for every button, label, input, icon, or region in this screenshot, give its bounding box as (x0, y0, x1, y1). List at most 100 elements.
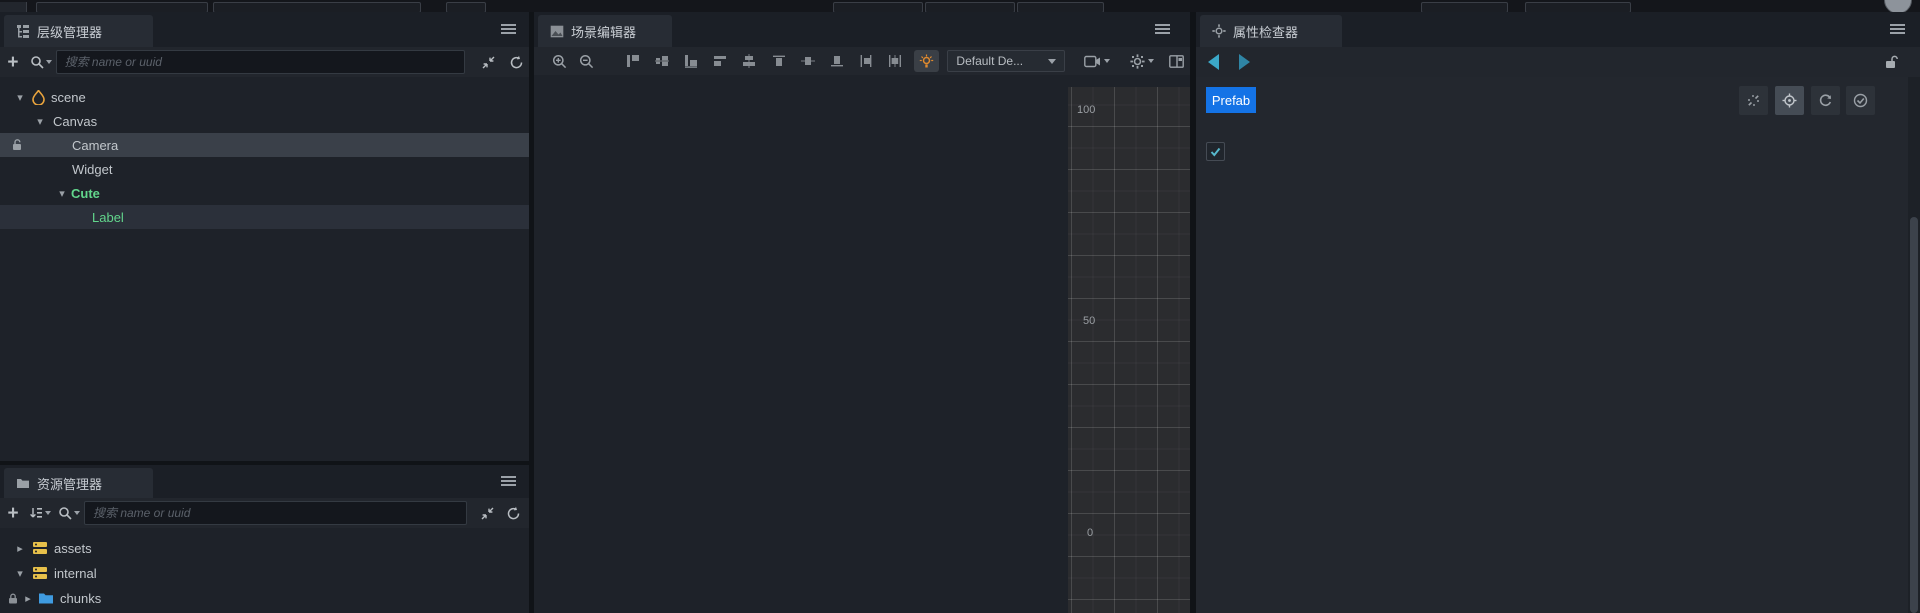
scene-menu-icon[interactable] (1155, 24, 1170, 35)
chevron-down-icon (1148, 59, 1155, 63)
assets-tree: ▸ assets ▾ internal ▸ chunks (0, 531, 529, 613)
inspector-nav-row (1196, 47, 1920, 77)
chevron-down-icon (1047, 58, 1056, 64)
tab-hierarchy[interactable]: 层级管理器 (4, 15, 153, 47)
hierarchy-search-filter-icon[interactable] (26, 55, 56, 69)
tree-node-label: Cute (71, 185, 100, 201)
distribute-left-icon[interactable] (852, 54, 881, 68)
assets-search-filter-icon[interactable] (54, 506, 84, 520)
assets-folder-icon (17, 479, 29, 488)
assets-panel: 资源管理器 + ▸ (0, 465, 529, 613)
assets-refresh-icon[interactable] (501, 506, 525, 521)
cocos-creator-editor: 层级管理器 + ▾ scene (0, 0, 1920, 613)
tree-node-scene[interactable]: ▾ scene (0, 85, 529, 109)
expand-arrow-icon[interactable]: ▸ (22, 592, 34, 605)
refresh-icon[interactable] (503, 55, 529, 70)
tree-node-label: Camera (72, 137, 119, 153)
tab-assets[interactable]: 资源管理器 (4, 468, 153, 498)
hierarchy-tab-label: 层级管理器 (37, 24, 103, 40)
assets-tabbar: 资源管理器 (0, 465, 529, 498)
align-top-icon[interactable] (618, 54, 647, 68)
scene-camera-dropdown[interactable] (1079, 55, 1116, 68)
inspector-scrollbar-track[interactable] (1908, 77, 1920, 613)
scene-toolbar: Default De... (534, 47, 1190, 75)
assets-search-input[interactable] (84, 501, 467, 525)
align-bottom-icon[interactable] (676, 54, 705, 68)
prefab-reset-button[interactable] (1811, 86, 1840, 115)
divider[interactable] (1190, 12, 1196, 613)
inspector-scrollbar-thumb[interactable] (1910, 217, 1918, 613)
prefab-locate-button[interactable] (1775, 86, 1804, 115)
distribute-hcenter-icon[interactable] (881, 54, 910, 68)
inspector-unlock-icon[interactable] (1885, 55, 1898, 69)
expand-arrow-icon[interactable]: ▾ (34, 115, 46, 128)
prefab-unlink-button[interactable] (1739, 86, 1768, 115)
tab-scene-editor[interactable]: 场景编辑器 (538, 15, 672, 47)
assets-sort-icon[interactable] (26, 507, 54, 520)
prefab-apply-button[interactable] (1846, 86, 1875, 115)
hierarchy-add-button[interactable]: + (0, 53, 26, 72)
divider[interactable] (0, 461, 529, 465)
tree-node-label: assets (54, 540, 92, 556)
inspector-panel: 属性检查器 Prefab (1196, 12, 1920, 613)
expand-arrow-icon[interactable]: ▾ (14, 91, 26, 104)
distribute-vcenter-icon[interactable] (793, 54, 822, 68)
align-left-icon[interactable] (706, 54, 735, 68)
tree-node-label-node[interactable]: Label (0, 205, 529, 229)
align-hcenter-icon[interactable] (735, 54, 764, 68)
inspector-gear-icon (1212, 24, 1226, 38)
divider[interactable] (529, 12, 534, 613)
zoom-in-icon[interactable] (546, 54, 573, 69)
zoom-out-icon[interactable] (573, 54, 600, 69)
node-active-checkbox[interactable] (1206, 142, 1225, 161)
unlock-icon[interactable] (12, 139, 23, 151)
scene-settings-dropdown[interactable] (1124, 53, 1161, 69)
tree-node-camera[interactable]: Camera (0, 133, 529, 157)
align-vcenter-icon[interactable] (647, 54, 676, 68)
collapse-all-icon[interactable] (473, 55, 503, 70)
tree-node-internal[interactable]: ▾ internal (0, 561, 529, 585)
hierarchy-menu-icon[interactable] (501, 24, 516, 35)
tree-node-assets[interactable]: ▸ assets (0, 536, 529, 560)
assets-collapse-all-icon[interactable] (473, 506, 501, 521)
hierarchy-search-input[interactable] (55, 50, 466, 74)
gizmo-mode-dropdown[interactable]: Default De... (947, 50, 1065, 72)
tree-node-widget[interactable]: Widget (0, 157, 529, 181)
hierarchy-tabbar: 层级管理器 (0, 12, 529, 47)
expand-arrow-icon[interactable]: ▸ (14, 542, 26, 555)
inspector-tab-label: 属性检查器 (1233, 24, 1299, 40)
tab-inspector[interactable]: 属性检查器 (1200, 15, 1342, 47)
lamp-icon[interactable] (914, 50, 940, 72)
assets-add-button[interactable]: + (0, 504, 26, 523)
tree-node-label: internal (54, 565, 97, 581)
inspector-tabbar: 属性检查器 (1196, 12, 1920, 47)
assets-toolbar: + (0, 498, 529, 528)
tree-node-chunks[interactable]: ▸ chunks (0, 586, 529, 610)
expand-arrow-icon[interactable]: ▾ (14, 567, 26, 580)
tree-node-label: Widget (72, 161, 113, 177)
tree-node-cute[interactable]: ▾ Cute (0, 181, 529, 205)
distribute-bottom-icon[interactable] (822, 54, 851, 68)
tree-node-label: chunks (60, 590, 102, 606)
lock-icon (9, 593, 17, 603)
hierarchy-toolbar: + (0, 47, 529, 77)
tree-node-canvas[interactable]: ▾ Canvas (0, 109, 529, 133)
scene-image-icon (550, 25, 564, 37)
ruler-label-0: 0 (1087, 527, 1094, 539)
scene-layout-icon[interactable] (1163, 54, 1190, 68)
distribute-top-icon[interactable] (764, 54, 793, 68)
tree-node-label: Canvas (53, 113, 98, 129)
inspector-menu-icon[interactable] (1890, 24, 1905, 35)
expand-arrow-icon[interactable]: ▾ (56, 187, 68, 200)
assets-menu-icon[interactable] (501, 476, 516, 487)
scene-flame-icon (32, 89, 45, 105)
history-forward-icon[interactable] (1239, 54, 1250, 70)
database-icon (33, 542, 47, 554)
gizmo-mode-value: Default De... (956, 54, 1024, 68)
assets-tab-label: 资源管理器 (37, 476, 103, 492)
hierarchy-tree: ▾ scene ▾ Canvas Camera Widget ▾ Cute La… (0, 77, 529, 461)
prefab-badge[interactable]: Prefab (1206, 87, 1256, 113)
ruler-label-50: 50 (1083, 315, 1096, 327)
history-back-icon[interactable] (1208, 54, 1219, 70)
hierarchy-panel: 层级管理器 + ▾ scene (0, 12, 529, 461)
